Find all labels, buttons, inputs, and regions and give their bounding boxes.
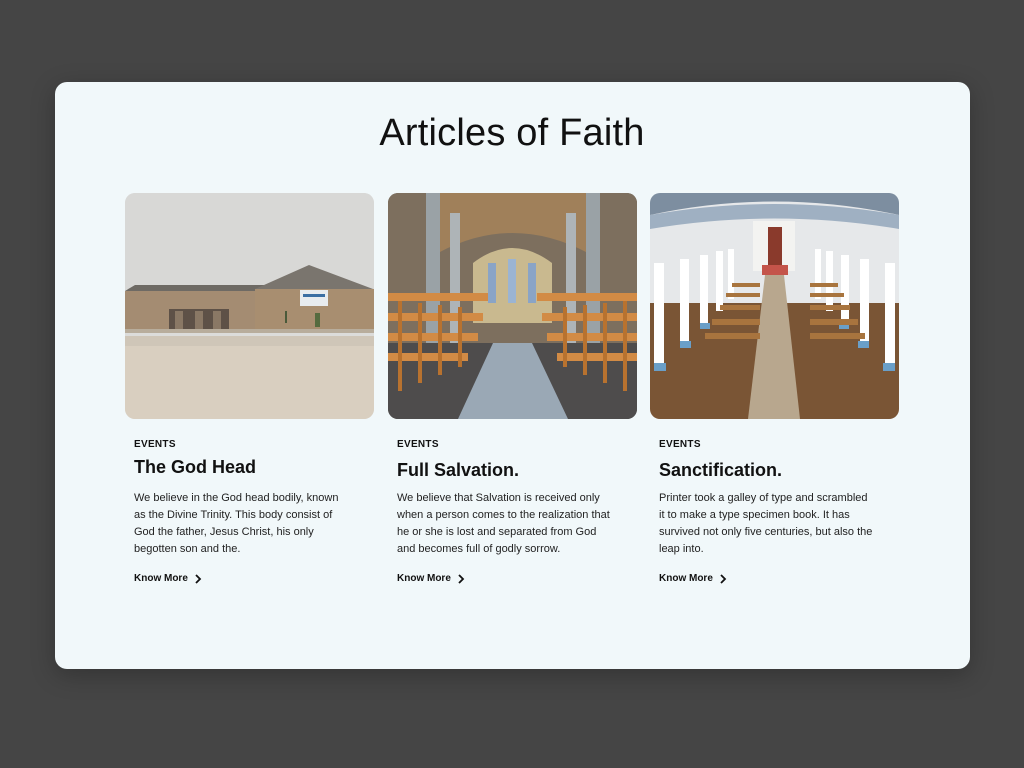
cathedral-interior-image[interactable] (388, 193, 637, 419)
card-category: EVENTS (659, 439, 701, 450)
know-more-link[interactable]: Know More (397, 573, 465, 584)
chevron-right-icon (720, 573, 727, 584)
section-title: Articles of Faith (379, 112, 645, 154)
card-title[interactable]: The God Head (134, 457, 256, 478)
card-category: EVENTS (134, 439, 176, 450)
know-more-link[interactable]: Know More (134, 573, 202, 584)
card-title[interactable]: Sanctification. (659, 460, 782, 481)
church-building-exterior-image[interactable] (125, 193, 374, 419)
card-category: EVENTS (397, 439, 439, 450)
know-more-label: Know More (397, 573, 451, 584)
know-more-link[interactable]: Know More (659, 573, 727, 584)
chapel-interior-image[interactable] (650, 193, 899, 419)
know-more-label: Know More (134, 573, 188, 584)
card-description: Printer took a galley of type and scramb… (659, 492, 873, 555)
card-description: We believe in the God head bodily, known… (134, 492, 339, 555)
article-card: EVENTS Sanctification. Printer took a ga… (650, 193, 899, 584)
chevron-right-icon (458, 573, 465, 584)
card-title[interactable]: Full Salvation. (397, 460, 519, 481)
article-card: EVENTS Full Salvation. We believe that S… (388, 193, 637, 584)
card-description: We believe that Salvation is received on… (397, 492, 610, 555)
chevron-right-icon (195, 573, 202, 584)
know-more-label: Know More (659, 573, 713, 584)
article-card: EVENTS The God Head We believe in the Go… (125, 193, 374, 584)
